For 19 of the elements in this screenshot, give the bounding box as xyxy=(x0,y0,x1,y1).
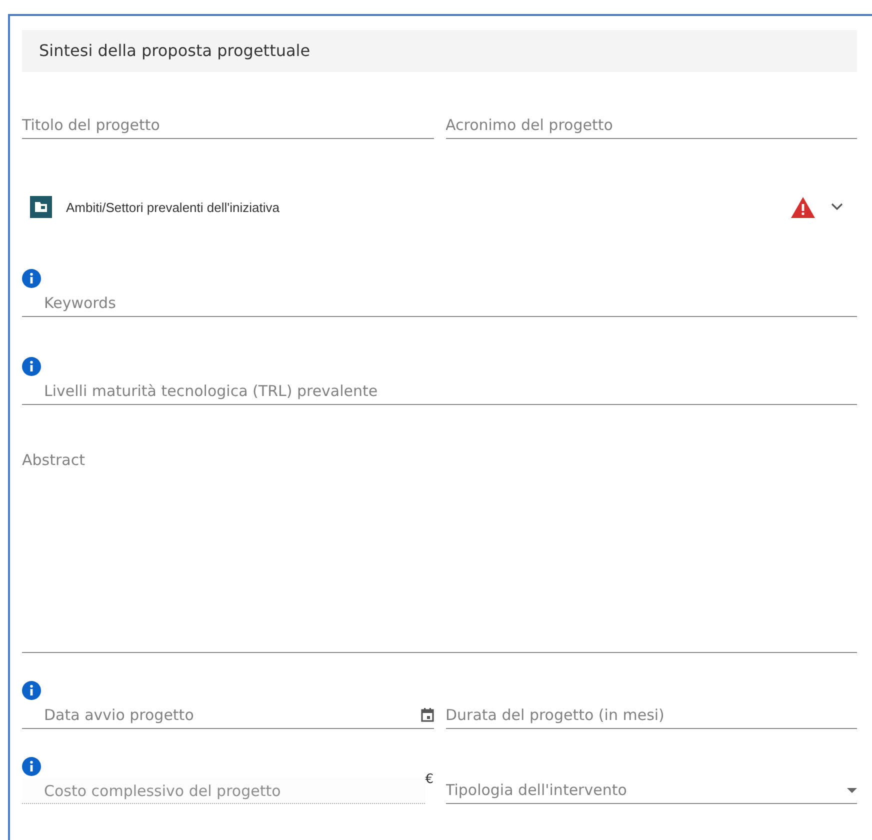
calendar-icon xyxy=(420,708,434,722)
input-field[interactable]: Titolo del progetto xyxy=(22,116,434,134)
input-field[interactable]: Keywords xyxy=(22,294,857,312)
section-header: Sintesi della proposta progettuale xyxy=(22,30,857,72)
info-icon[interactable] xyxy=(22,357,41,376)
folder-icon xyxy=(30,196,52,218)
input-field[interactable]: Durata del progetto (in mesi) xyxy=(446,706,857,724)
chevron-icon xyxy=(831,203,843,211)
info-icon[interactable] xyxy=(22,681,41,700)
accordion-label: Ambiti/Settori prevalenti dell'iniziativa xyxy=(66,200,280,214)
dropdown-arrow-icon xyxy=(847,788,857,792)
textarea-field[interactable]: Abstract xyxy=(22,445,857,658)
input-field[interactable]: Livelli maturità tecnologica (TRL) prevalente xyxy=(22,382,857,400)
input-field[interactable]: Data avvio progetto xyxy=(22,706,420,724)
accordion-header[interactable]: Ambiti/Settori prevalenti dell'iniziativa xyxy=(22,185,857,229)
currency-symbol: € xyxy=(425,772,434,787)
info-icon[interactable] xyxy=(22,269,41,288)
select-field[interactable]: Tipologia dell'intervento xyxy=(446,781,847,799)
input-field[interactable]: Acronimo del progetto xyxy=(446,116,857,134)
